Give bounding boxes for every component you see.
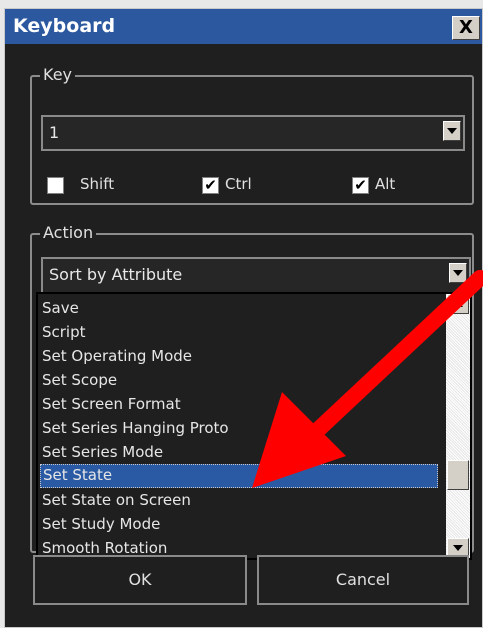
list-item[interactable]: Set Series Mode <box>42 440 163 464</box>
close-button[interactable]: X <box>452 16 480 40</box>
chevron-down-icon[interactable] <box>449 263 467 283</box>
list-item[interactable]: Set Screen Format <box>42 392 181 416</box>
shift-label: Shift <box>80 175 115 193</box>
key-group: Key 1 Shift ✔ Ctrl ✔ Alt <box>30 65 474 205</box>
key-value: 1 <box>49 123 60 142</box>
list-item[interactable]: Script <box>42 320 86 344</box>
alt-label: Alt <box>375 175 396 193</box>
title-bar: Keyboard X <box>5 9 482 44</box>
alt-checkbox[interactable]: ✔ <box>352 177 369 194</box>
ctrl-label: Ctrl <box>225 175 252 193</box>
list-item-selected[interactable]: Set State <box>40 464 438 488</box>
key-group-label: Key <box>40 65 76 84</box>
action-selected-value: Sort by Attribute <box>49 265 183 284</box>
list-item[interactable]: Set Operating Mode <box>42 344 192 368</box>
scroll-up-icon[interactable] <box>447 294 469 314</box>
close-icon: X <box>459 17 473 38</box>
checkmark-icon: ✔ <box>204 176 217 194</box>
list-item[interactable]: Set Study Mode <box>42 512 160 536</box>
ctrl-checkbox[interactable]: ✔ <box>202 177 219 194</box>
window-title: Keyboard <box>13 15 116 37</box>
checkmark-icon: ✔ <box>354 176 367 194</box>
key-combobox[interactable]: 1 <box>41 115 465 151</box>
cancel-button[interactable]: Cancel <box>257 555 469 605</box>
list-item[interactable]: Save <box>42 296 79 320</box>
list-scrollbar[interactable] <box>446 294 470 558</box>
action-dropdown-list[interactable]: Save Script Set Operating Mode Set Scope… <box>36 292 472 560</box>
shift-checkbox[interactable] <box>47 177 64 194</box>
list-item[interactable]: Set State on Screen <box>42 488 191 512</box>
list-item[interactable]: Set Scope <box>42 368 117 392</box>
action-combobox[interactable]: Sort by Attribute <box>41 257 471 295</box>
scrollbar-thumb[interactable] <box>447 460 469 490</box>
list-item[interactable]: Set Series Hanging Proto <box>42 416 229 440</box>
ok-button[interactable]: OK <box>33 555 247 605</box>
action-group-label: Action <box>40 223 97 242</box>
chevron-down-icon[interactable] <box>443 121 461 141</box>
